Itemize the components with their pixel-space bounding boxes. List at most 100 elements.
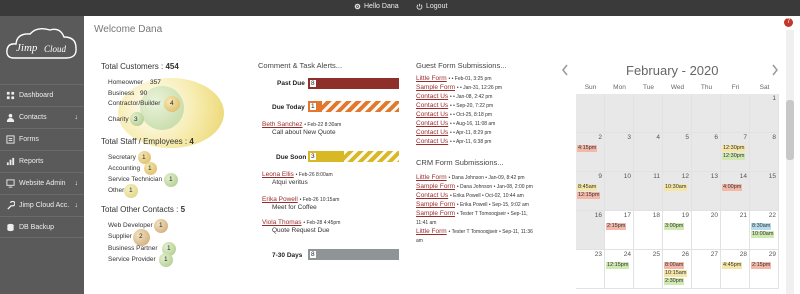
form-link[interactable]: Little Form	[416, 228, 447, 235]
calendar-day-cell[interactable]: 5	[663, 133, 692, 172]
calendar-day-cell[interactable]: 4	[634, 133, 663, 172]
guest-form-row[interactable]: Sample Form • • Jan-31, 12:26 pm	[416, 84, 502, 91]
calendar-day-cell[interactable]: 6	[692, 133, 721, 172]
calendar-day-cell[interactable]	[692, 94, 721, 133]
calendar-event[interactable]: 2:15pm	[751, 262, 772, 269]
sidebar-item-contacts[interactable]: Contacts ↓	[0, 106, 84, 128]
calendar-day-cell[interactable]: 29 2:15pm	[750, 250, 779, 289]
contact-link[interactable]: Viola Thomas	[262, 219, 302, 226]
form-link[interactable]: Contact Us	[416, 120, 448, 127]
calendar-day-cell[interactable]: 28 4:45pm	[721, 250, 750, 289]
form-link[interactable]: Contact Us	[416, 129, 448, 136]
contact-link[interactable]: Erika Powell	[262, 196, 298, 203]
contact-link[interactable]: Leona Ellis	[262, 171, 294, 178]
form-link[interactable]: Sample Form	[416, 183, 455, 190]
crm-form-row[interactable]: Little Form • Tester T Tomooqjseir • Sep…	[416, 228, 533, 235]
sidebar-item-db-backup[interactable]: DB Backup	[0, 216, 84, 238]
crm-form-row[interactable]: Contact Us • Erika Powell • Oct-02, 10:4…	[416, 192, 524, 199]
calendar-day-cell[interactable]: 12 10:30am	[663, 172, 692, 211]
form-link[interactable]: Contact Us	[416, 192, 448, 199]
calendar-day-cell[interactable]: 8	[750, 133, 779, 172]
due-soon-entry[interactable]: Viola Thomas • Feb-28 4:45pm	[262, 219, 340, 226]
scrollbar-track[interactable]	[786, 30, 794, 294]
calendar-day-cell[interactable]: 17 2:15pm	[605, 211, 634, 250]
guest-form-row[interactable]: Contact Us • • Aug-16, 11:08 am	[416, 120, 495, 127]
calendar-event[interactable]: 8:45am	[577, 184, 598, 191]
crm-form-row[interactable]: Little Form • Dana Johnson • Jan-09, 8:4…	[416, 174, 525, 181]
guest-form-row[interactable]: Contact Us • • Oct-25, 8:18 pm	[416, 111, 492, 118]
calendar-day-cell[interactable]: 14 4:00pm	[721, 172, 750, 211]
calendar-day-cell[interactable]: 19 3:00pm	[663, 211, 692, 250]
calendar-day-cell[interactable]: 2 4:15pm	[576, 133, 605, 172]
calendar-event[interactable]: 10:15am	[664, 270, 688, 277]
calendar-day-cell[interactable]: 10	[605, 172, 634, 211]
calendar-event[interactable]: 12:15pm	[577, 192, 601, 199]
calendar-day-cell[interactable]: 23	[576, 250, 605, 289]
calendar-day-cell[interactable]	[663, 94, 692, 133]
calendar-day-cell[interactable]: 27	[692, 250, 721, 289]
user-menu[interactable]: Hello Dana	[354, 3, 399, 10]
calendar-day-cell[interactable]: 21	[721, 211, 750, 250]
guest-form-row[interactable]: Little Form • • Feb-01, 3:25 pm	[416, 75, 491, 82]
calendar-day-cell[interactable]: 16	[576, 211, 605, 250]
contact-link[interactable]: Beth Sanchez	[262, 121, 302, 128]
calendar-event[interactable]: 12:30pm	[722, 145, 746, 152]
due-today-entry[interactable]: Beth Sanchez • Feb-22 8:30am	[262, 121, 341, 128]
form-link[interactable]: Sample Form	[416, 84, 455, 91]
sidebar-item-dashboard[interactable]: Dashboard	[0, 84, 84, 106]
calendar-event[interactable]: 2:15pm	[606, 223, 627, 230]
calendar-next-icon[interactable]	[770, 63, 780, 77]
calendar-day-cell[interactable]: 24 12:15pm	[605, 250, 634, 289]
due-soon-bar[interactable]: 3	[308, 151, 399, 162]
calendar-day-cell[interactable]	[634, 94, 663, 133]
calendar-day-cell[interactable]: 15	[750, 172, 779, 211]
calendar-event[interactable]: 4:45pm	[722, 262, 743, 269]
form-link[interactable]: Sample Form	[416, 201, 455, 208]
guest-form-row[interactable]: Contact Us • • Jan-08, 2:42 pm	[416, 93, 492, 100]
guest-form-row[interactable]: Contact Us • • Apr-11, 6:38 pm	[416, 138, 491, 145]
calendar-day-cell[interactable]: 9 8:45am 12:15pm	[576, 172, 605, 211]
calendar-event[interactable]: 4:00pm	[722, 184, 743, 191]
calendar-event[interactable]: 12:30pm	[722, 153, 746, 160]
form-link[interactable]: Little Form	[416, 174, 447, 181]
calendar-day-cell[interactable]	[721, 94, 750, 133]
calendar-day-cell[interactable]: 18	[634, 211, 663, 250]
days-7-30-bar[interactable]: 8	[308, 249, 399, 260]
calendar-day-cell[interactable]: 26 8:00am 10:15am 2:30pm	[663, 250, 692, 289]
crm-form-row[interactable]: am	[416, 237, 423, 244]
form-link[interactable]: Sample Form	[416, 210, 455, 217]
calendar-day-cell[interactable]: 20	[692, 211, 721, 250]
calendar-day-cell[interactable]	[576, 94, 605, 133]
past-due-bar[interactable]: 8	[308, 78, 399, 89]
calendar-day-cell[interactable]	[605, 94, 634, 133]
sidebar-item-website-admin[interactable]: Website Admin ↓	[0, 172, 84, 194]
calendar-day-cell[interactable]: 11	[634, 172, 663, 211]
calendar-day-cell[interactable]: 13	[692, 172, 721, 211]
sidebar-item-jimp-cloud-acc[interactable]: Jimp Cloud Acc. ↓	[0, 194, 84, 216]
calendar-day-cell[interactable]: 3	[605, 133, 634, 172]
due-today-bar[interactable]: 1	[308, 101, 399, 112]
form-link[interactable]: Little Form	[416, 75, 447, 82]
calendar-day-cell[interactable]: 1	[750, 94, 779, 133]
sidebar-item-reports[interactable]: Reports	[0, 150, 84, 172]
calendar-event[interactable]: 2:30pm	[664, 278, 685, 285]
sidebar-item-forms[interactable]: Forms	[0, 128, 84, 150]
form-link[interactable]: Contact Us	[416, 102, 448, 109]
form-link[interactable]: Contact Us	[416, 138, 448, 145]
calendar-day-cell[interactable]: 22 8:30am 10:00am	[750, 211, 779, 250]
form-link[interactable]: Contact Us	[416, 93, 448, 100]
guest-form-row[interactable]: Contact Us • • Sep-20, 7:22 pm	[416, 102, 493, 109]
calendar-event[interactable]: 8:30am	[751, 223, 772, 230]
due-soon-entry[interactable]: Erika Powell • Feb-26 10:15am	[262, 196, 339, 203]
crm-form-row[interactable]: Sample Form • Tester T Tomooqjseir • Sep…	[416, 210, 528, 217]
guest-form-row[interactable]: Contact Us • • Apr-11, 8:29 pm	[416, 129, 491, 136]
calendar-event[interactable]: 12:15pm	[606, 262, 630, 269]
notification-badge[interactable]: 7	[784, 18, 793, 27]
crm-form-row[interactable]: 11:41 am	[416, 219, 436, 226]
crm-form-row[interactable]: Sample Form • Dana Johnson • Jan-08, 2:0…	[416, 183, 533, 190]
logout-link[interactable]: Logout	[416, 3, 447, 10]
scrollbar-thumb[interactable]	[786, 100, 794, 160]
calendar-event[interactable]: 10:00am	[751, 231, 775, 238]
form-link[interactable]: Contact Us	[416, 111, 448, 118]
due-soon-entry[interactable]: Leona Ellis • Feb-26 8:00am	[262, 171, 333, 178]
